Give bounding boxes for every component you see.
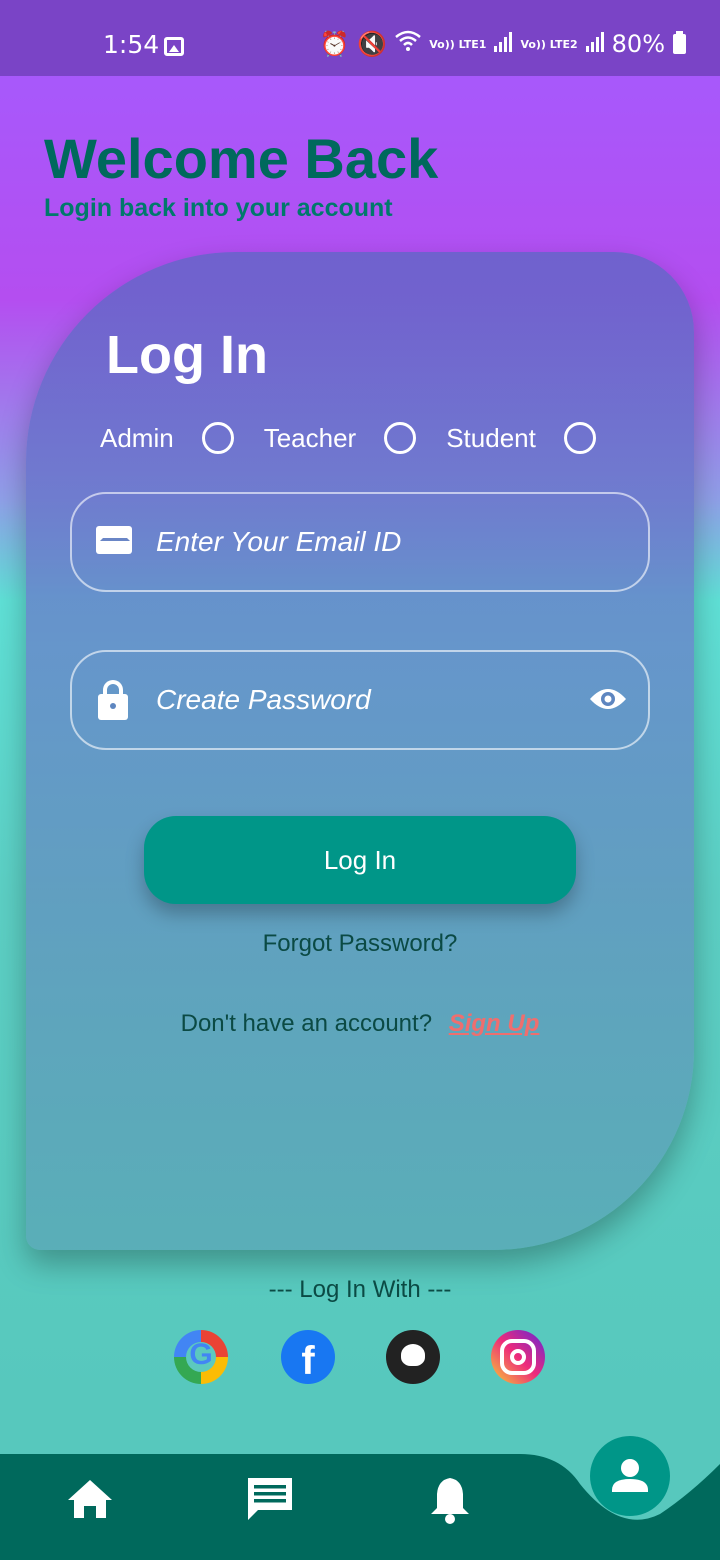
status-bar: 1:54 ⏰ 🔇 Vo)) LTE1 Vo)) LTE2 80% bbox=[0, 0, 720, 76]
lock-icon bbox=[98, 680, 128, 720]
eye-icon[interactable] bbox=[588, 684, 628, 714]
profile-button[interactable] bbox=[590, 1436, 670, 1516]
facebook-icon[interactable]: f bbox=[281, 1330, 335, 1384]
welcome-title: Welcome Back bbox=[44, 127, 439, 190]
login-card bbox=[26, 252, 694, 1250]
forgot-password-link[interactable]: Forgot Password? bbox=[0, 930, 720, 958]
email-field[interactable] bbox=[70, 492, 650, 592]
role-admin[interactable]: Admin bbox=[100, 422, 234, 454]
wifi-icon bbox=[395, 30, 422, 58]
mute-icon: 🔇 bbox=[357, 30, 388, 58]
password-input[interactable] bbox=[156, 652, 576, 748]
role-teacher[interactable]: Teacher bbox=[264, 422, 417, 454]
status-icons: ⏰ 🔇 Vo)) LTE1 Vo)) LTE2 80% bbox=[319, 30, 686, 58]
signup-link[interactable]: Sign Up bbox=[449, 1010, 540, 1037]
battery-icon bbox=[673, 31, 686, 54]
battery-percent: 80% bbox=[611, 30, 665, 58]
alarm-icon: ⏰ bbox=[319, 30, 350, 58]
status-time: 1:54 bbox=[103, 30, 160, 59]
role-student[interactable]: Student bbox=[446, 422, 596, 454]
role-admin-label: Admin bbox=[100, 422, 174, 453]
home-icon[interactable] bbox=[60, 1470, 120, 1530]
instagram-icon[interactable] bbox=[491, 1330, 545, 1384]
role-student-label: Student bbox=[446, 422, 536, 453]
bell-icon[interactable] bbox=[420, 1470, 480, 1530]
github-icon[interactable] bbox=[386, 1330, 440, 1384]
mail-icon bbox=[96, 526, 132, 554]
login-button[interactable]: Log In bbox=[144, 816, 576, 904]
gallery-notification-icon bbox=[164, 37, 184, 56]
role-teacher-label: Teacher bbox=[263, 422, 357, 453]
signal2-icon bbox=[585, 30, 604, 58]
profile-icon bbox=[612, 1459, 648, 1492]
card-title: Log In bbox=[106, 325, 268, 385]
signal1-icon bbox=[494, 30, 513, 58]
password-field[interactable] bbox=[70, 650, 650, 750]
google-icon[interactable]: G bbox=[174, 1330, 228, 1384]
role-selector: Admin Teacher Student bbox=[100, 422, 626, 454]
sim1-label: Vo)) LTE1 bbox=[429, 37, 487, 51]
login-with-heading: --- Log In With --- bbox=[268, 1276, 452, 1303]
role-student-radio[interactable] bbox=[563, 422, 596, 454]
chat-icon[interactable] bbox=[240, 1470, 300, 1530]
sim2-label: Vo)) LTE2 bbox=[520, 37, 578, 51]
welcome-subtitle: Login back into your account bbox=[44, 194, 393, 222]
role-teacher-radio[interactable] bbox=[384, 422, 417, 454]
email-input[interactable] bbox=[156, 494, 576, 590]
signup-prompt: Don't have an account? Sign Up bbox=[0, 1010, 720, 1038]
role-admin-radio[interactable] bbox=[201, 422, 234, 454]
no-account-text: Don't have an account? bbox=[180, 1010, 433, 1037]
